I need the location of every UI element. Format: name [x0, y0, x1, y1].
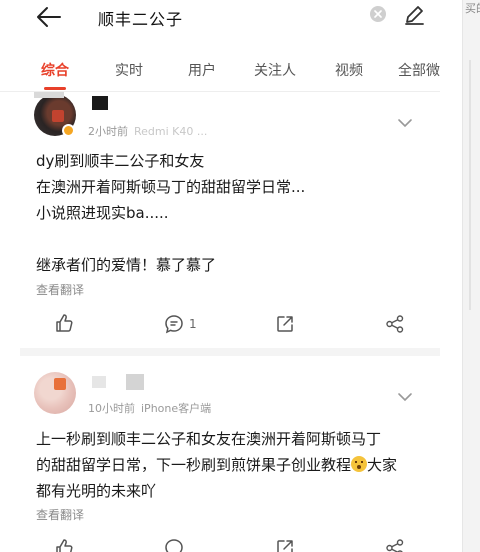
clear-search-button[interactable] — [370, 6, 386, 22]
username-blur — [34, 92, 64, 98]
share-icon — [386, 315, 404, 333]
share-icon — [386, 539, 404, 552]
search-bar: 顺丰二公子 — [0, 0, 440, 40]
post-text-line: 的甜甜留学日常，下一秒刷到煎饼果子创业教程 大家 — [36, 456, 398, 474]
tab-comprehensive[interactable]: 综合 — [41, 60, 69, 80]
username-redacted[interactable] — [92, 376, 106, 388]
post-time: 10小时前 — [88, 402, 135, 415]
search-tabs: 综合 实时 用户 关注人 视频 全部微 — [0, 54, 440, 92]
adjacent-window-text: 买的 — [465, 2, 480, 15]
tab-video[interactable]: 视频 — [335, 60, 363, 80]
forward-button[interactable] — [275, 538, 295, 552]
search-input[interactable]: 顺丰二公子 — [98, 6, 183, 30]
post-card[interactable]: 10小时前 iPhone客户端 上一秒刷到顺丰二公子和女友在澳洲开着阿斯顿马丁 的… — [0, 358, 440, 552]
post-card[interactable]: 2小时前 Redmi K40 ... dy刷到顺丰二公子和女友 在澳洲开着阿斯顿马… — [0, 92, 440, 342]
post-meta: 2小时前 Redmi K40 ... — [88, 123, 207, 139]
tab-realtime[interactable]: 实时 — [115, 60, 143, 80]
tab-all-weibo[interactable]: 全部微 — [398, 60, 440, 80]
share-button[interactable] — [385, 538, 405, 552]
chevron-down-icon — [398, 119, 412, 128]
avatar[interactable] — [34, 372, 76, 414]
back-arrow-icon — [37, 7, 61, 27]
post-text-line: 在澳洲开着阿斯顿马丁的甜甜留学日常... — [36, 178, 306, 196]
post-text-line: 上一秒刷到顺丰二公子和女友在澳洲开着阿斯顿马丁 — [36, 430, 382, 448]
comment-button[interactable] — [164, 538, 184, 552]
like-button[interactable] — [54, 538, 74, 552]
like-icon — [56, 314, 73, 332]
more-options-button[interactable] — [396, 114, 414, 128]
translate-link[interactable]: 查看翻译 — [36, 506, 84, 523]
post-meta: 10小时前 iPhone客户端 — [88, 400, 211, 416]
post-divider — [20, 348, 440, 356]
tab-users[interactable]: 用户 — [188, 60, 216, 80]
active-tab-indicator — [44, 87, 66, 90]
adjacent-window-bar — [469, 60, 471, 310]
clear-icon — [374, 10, 382, 18]
post-time: 2小时前 — [88, 125, 128, 138]
comment-icon — [165, 315, 183, 334]
like-button[interactable] — [54, 313, 74, 337]
comment-button[interactable] — [164, 314, 184, 338]
verified-badge-icon — [62, 124, 75, 137]
adjacent-window-edge: 买的 — [462, 0, 480, 552]
comment-count: 1 — [189, 317, 197, 331]
edit-icon — [405, 6, 424, 25]
forward-button[interactable] — [275, 314, 295, 338]
username-blur — [126, 374, 144, 390]
forward-icon — [277, 540, 293, 552]
back-button[interactable] — [34, 4, 64, 30]
chevron-down-icon — [398, 393, 412, 402]
post-device: iPhone客户端 — [141, 402, 212, 415]
post-text-line: 小说照进现实ba..... — [36, 204, 169, 222]
more-options-button[interactable] — [396, 388, 414, 402]
post-device: Redmi K40 ... — [134, 125, 208, 138]
edit-button[interactable] — [402, 3, 426, 27]
comment-icon — [165, 539, 183, 552]
scared-face-emoji-icon — [351, 456, 368, 472]
post-text-line: 继承者们的爱情！慕了慕了 — [36, 256, 217, 274]
like-icon — [56, 539, 73, 552]
post-text-line: 都有光明的未来吖 — [36, 482, 157, 500]
tab-following[interactable]: 关注人 — [254, 60, 296, 80]
post-text-line: dy刷到顺丰二公子和女友 — [36, 152, 205, 170]
share-button[interactable] — [385, 314, 405, 338]
username-redacted[interactable] — [92, 96, 108, 110]
translate-link[interactable]: 查看翻译 — [36, 281, 84, 298]
forward-icon — [277, 316, 293, 332]
weibo-search-screen: 顺丰二公子 综合 实时 用户 关注人 视频 全部微 2小时前 Redmi K40… — [0, 0, 440, 552]
